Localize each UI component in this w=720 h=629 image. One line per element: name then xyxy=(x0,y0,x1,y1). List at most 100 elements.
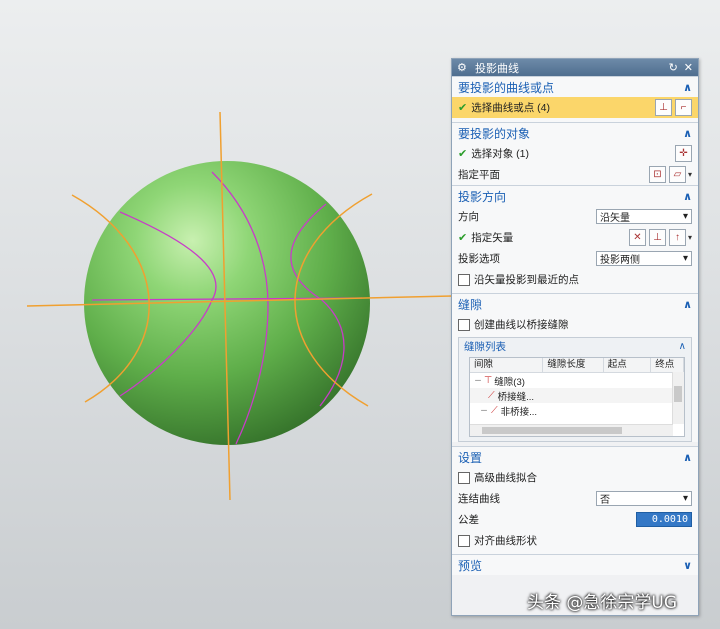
curve-select-icon[interactable]: ⌐ xyxy=(675,99,692,116)
section-settings-title: 设置 xyxy=(458,450,483,465)
scroll-thumb[interactable] xyxy=(674,386,682,402)
hifi-row[interactable]: 高级曲线拟合 xyxy=(452,467,698,488)
section-gaps-header[interactable]: 缝隙 ∧ xyxy=(452,294,698,314)
section-settings-header[interactable]: 设置 ∧ xyxy=(452,447,698,467)
specify-vector-label: 指定矢量 xyxy=(471,232,514,244)
direction-row: 方向 沿矢量 ▾ xyxy=(452,206,698,227)
chevron-down-icon: ▾ xyxy=(682,211,688,222)
plane-icon[interactable]: ▱ xyxy=(668,166,686,183)
chevron-down-icon: ▾ xyxy=(682,493,688,504)
column-header[interactable]: 终点 xyxy=(651,358,684,372)
table-row[interactable]: － ⟋ 非桥接... xyxy=(470,403,684,418)
dialog-title: 投影曲线 xyxy=(475,62,519,75)
section-preview-header[interactable]: 预览 ∨ xyxy=(452,555,698,575)
nearest-point-label: 沿矢量投影到最近的点 xyxy=(474,274,579,286)
nearest-point-row[interactable]: 沿矢量投影到最近的点 xyxy=(452,269,698,290)
projection-option-row: 投影选项 投影两侧 ▾ xyxy=(452,248,698,269)
align-row[interactable]: 对齐曲线形状 xyxy=(452,530,698,551)
nearest-point-checkbox[interactable] xyxy=(458,273,470,286)
specify-plane-label: 指定平面 xyxy=(458,169,500,181)
collapse-tree-icon[interactable]: － xyxy=(474,375,482,386)
gap-row-label: 缝隙(3) xyxy=(494,376,525,388)
gap-row-label: 桥接缝... xyxy=(497,391,535,403)
join-value: 否 xyxy=(600,495,610,506)
align-label: 对齐曲线形状 xyxy=(474,535,537,547)
section-curves: 要投影的曲线或点 ∧ ✔ 选择曲线或点 (4) ⊥ ⌐ xyxy=(452,76,698,122)
collapse-caret-icon[interactable]: ∧ xyxy=(679,341,686,352)
direction-label: 方向 xyxy=(458,211,479,223)
section-curves-title: 要投影的曲线或点 xyxy=(458,80,555,95)
collapse-caret-icon[interactable]: ∧ xyxy=(683,81,692,94)
hifi-label: 高级曲线拟合 xyxy=(474,472,537,484)
tolerance-label: 公差 xyxy=(458,514,479,526)
crosshair-icon[interactable]: ✛ xyxy=(675,145,692,162)
reverse-direction-icon[interactable]: ✕ xyxy=(628,229,646,246)
gap-row-label: 非桥接... xyxy=(500,406,538,418)
collapse-caret-icon[interactable]: ∧ xyxy=(683,190,692,203)
select-object-row[interactable]: ✔ 选择对象 (1) ✛ xyxy=(452,143,698,164)
horizontal-scrollbar[interactable] xyxy=(470,424,673,436)
section-target-header[interactable]: 要投影的对象 ∧ xyxy=(452,123,698,143)
column-header[interactable]: 间隙 xyxy=(470,358,544,372)
chevron-down-icon[interactable]: ▾ xyxy=(688,170,692,179)
bridge-gaps-label: 创建曲线以桥接缝隙 xyxy=(474,319,569,331)
specify-vector-row[interactable]: ✔ 指定矢量 ✕ ⊥ ↑ ▾ xyxy=(452,227,698,248)
vertical-scrollbar[interactable] xyxy=(672,372,684,424)
column-header[interactable]: 缝隙长度 xyxy=(543,358,604,372)
align-checkbox[interactable] xyxy=(458,534,470,547)
collapse-caret-icon[interactable]: ∧ xyxy=(683,127,692,140)
bridge-gaps-checkbox[interactable] xyxy=(458,318,470,331)
project-curve-dialog[interactable]: ⚙ 投影曲线 ↻ ✕ 要投影的曲线或点 ∧ ✔ 选择曲线或点 (4) ⊥ ⌐ 要… xyxy=(451,58,699,616)
expand-caret-icon[interactable]: ∨ xyxy=(683,559,692,572)
vector-icon[interactable]: ↑ xyxy=(668,229,686,246)
column-header[interactable]: 起点 xyxy=(604,358,652,372)
close-icon[interactable]: ✕ xyxy=(684,61,693,74)
section-gaps: 缝隙 ∧ 创建曲线以桥接缝隙 缝隙列表 ∧ 间隙 缝隙长度 起点 终点 － ⊤ … xyxy=(452,293,698,442)
section-preview-title: 预览 xyxy=(458,558,483,573)
collapse-tree-icon[interactable]: － xyxy=(480,405,488,416)
gap-list-panel: 缝隙列表 ∧ 间隙 缝隙长度 起点 终点 － ⊤ 缝隙(3) ⟋ 桥接缝... … xyxy=(458,337,692,442)
specify-plane-row[interactable]: 指定平面 ⊡ ▱ ▾ xyxy=(452,164,698,185)
select-object-label: 选择对象 (1) xyxy=(471,148,529,160)
section-target-title: 要投影的对象 xyxy=(458,126,531,141)
check-icon: ✔ xyxy=(458,102,468,114)
check-icon: ✔ xyxy=(458,232,468,244)
unbridged-curve-icon: ⟋ xyxy=(491,405,498,416)
plane-dialog-icon[interactable]: ⊡ xyxy=(648,166,666,183)
direction-select[interactable]: 沿矢量 ▾ xyxy=(596,209,692,224)
vector-dialog-icon[interactable]: ⊥ xyxy=(648,229,666,246)
hifi-checkbox[interactable] xyxy=(458,471,470,484)
join-label: 连结曲线 xyxy=(458,493,500,505)
collapse-caret-icon[interactable]: ∧ xyxy=(683,451,692,464)
projection-option-label: 投影选项 xyxy=(458,253,500,265)
bridge-gaps-row[interactable]: 创建曲线以桥接缝隙 xyxy=(452,314,698,335)
bridge-curve-icon: ⟋ xyxy=(488,390,495,401)
graphics-viewport[interactable]: ⚙ 投影曲线 ↻ ✕ 要投影的曲线或点 ∧ ✔ 选择曲线或点 (4) ⊥ ⌐ 要… xyxy=(0,0,720,629)
table-row[interactable]: － ⊤ 缝隙(3) xyxy=(470,373,684,388)
join-row: 连结曲线 否 ▾ xyxy=(452,488,698,509)
chevron-down-icon[interactable]: ▾ xyxy=(688,233,692,242)
direction-value: 沿矢量 xyxy=(600,213,630,224)
chevron-down-icon: ▾ xyxy=(682,253,688,264)
scroll-thumb[interactable] xyxy=(482,427,622,434)
join-select[interactable]: 否 ▾ xyxy=(596,491,692,506)
reset-icon[interactable]: ↻ xyxy=(669,61,678,74)
select-curves-row[interactable]: ✔ 选择曲线或点 (4) ⊥ ⌐ xyxy=(452,97,698,118)
gap-list-table[interactable]: 间隙 缝隙长度 起点 终点 － ⊤ 缝隙(3) ⟋ 桥接缝... － ⟋ 非桥接… xyxy=(469,357,685,437)
section-target: 要投影的对象 ∧ ✔ 选择对象 (1) ✛ 指定平面 ⊡ ▱ ▾ xyxy=(452,122,698,185)
section-curves-header[interactable]: 要投影的曲线或点 ∧ xyxy=(452,77,698,97)
section-direction: 投影方向 ∧ 方向 沿矢量 ▾ ✔ 指定矢量 ✕ ⊥ ↑ ▾ 投影选项 投影两侧… xyxy=(452,185,698,293)
watermark: 头条 @急徐宗学UG xyxy=(527,593,678,613)
gap-list-header[interactable]: 缝隙列表 ∧ xyxy=(459,338,691,354)
dialog-titlebar[interactable]: ⚙ 投影曲线 ↻ ✕ xyxy=(452,59,698,76)
check-icon: ✔ xyxy=(458,148,468,160)
section-direction-title: 投影方向 xyxy=(458,189,507,204)
section-preview: 预览 ∨ xyxy=(452,554,698,575)
table-header: 间隙 缝隙长度 起点 终点 xyxy=(470,358,684,373)
table-row[interactable]: ⟋ 桥接缝... xyxy=(470,388,684,403)
tolerance-input[interactable]: 0.0010 xyxy=(636,512,692,527)
collapse-caret-icon[interactable]: ∧ xyxy=(683,298,692,311)
projection-option-select[interactable]: 投影两侧 ▾ xyxy=(596,251,692,266)
curve-rule-icon[interactable]: ⊥ xyxy=(655,99,672,116)
section-direction-header[interactable]: 投影方向 ∧ xyxy=(452,186,698,206)
